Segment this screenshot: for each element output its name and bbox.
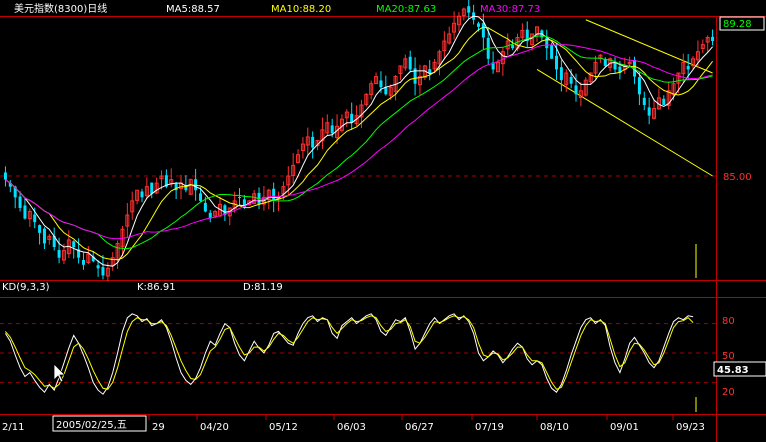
candle-body-down (613, 62, 617, 70)
candle-body-down (3, 172, 7, 180)
ma30-label: MA30:87.73 (480, 4, 540, 15)
candle-body-down (550, 44, 554, 59)
kd-current-value: 45.83 (717, 365, 749, 376)
candle-body-down (511, 45, 515, 49)
candle-body-down (559, 67, 563, 81)
candle-body-down (238, 197, 242, 199)
candle-body-down (555, 55, 559, 70)
cursor-date-label: 2005/02/25,五 (56, 420, 127, 431)
x-axis-label: 08/10 (540, 422, 569, 433)
x-axis-label: 09/23 (676, 422, 705, 433)
candle-body-down (379, 80, 383, 88)
candle-body-down (272, 188, 276, 201)
candle-body-down (574, 85, 578, 95)
kd-d-value: D:81.19 (243, 282, 283, 293)
candle-body-down (33, 214, 37, 223)
candle-body-down (81, 260, 85, 265)
candle-body-down (72, 241, 76, 248)
x-axis-label: 05/12 (269, 422, 298, 433)
candle-body-down (642, 97, 646, 105)
candle-body-down (101, 267, 105, 276)
kd-80-label: 80 (722, 316, 735, 327)
candle-body-down (96, 265, 100, 269)
candle-body-down (150, 182, 154, 194)
candle-body-down (637, 77, 641, 95)
kd-k-value: K:86.91 (137, 282, 176, 293)
candle-body-down (23, 205, 27, 219)
candle-body-down (18, 196, 22, 208)
ma20-label: MA20:87.63 (376, 4, 436, 15)
x-axis-label: 09/01 (610, 422, 639, 433)
candle-body-down (57, 249, 61, 258)
candle-body-down (203, 202, 207, 212)
x-axis-label: 04/20 (200, 422, 229, 433)
candle-body-down (476, 23, 480, 27)
candle-body-down (711, 36, 715, 42)
kd-50-label: 50 (722, 351, 735, 362)
candle-body-down (330, 125, 334, 134)
stock-chart: 美元指数(8300)日线 MA5:88.57 MA10:88.20 MA20:8… (0, 0, 766, 442)
candle-body-down (199, 193, 203, 201)
candle-body-down (38, 225, 42, 233)
chart-title: 美元指数(8300)日线 (14, 2, 107, 15)
x-axis-label: 06/03 (337, 422, 366, 433)
x-axis-label: 2/11 (2, 422, 24, 433)
candle-body-down (686, 66, 690, 70)
candle-body-down (311, 136, 315, 148)
ma10-label: MA10:88.20 (271, 4, 331, 15)
kd-title: KD(9,3,3) (2, 282, 50, 293)
candle-body-down (662, 98, 666, 105)
candle-body-down (140, 191, 144, 198)
candle-body-down (569, 76, 573, 84)
x-axis-label: 29 (152, 422, 165, 433)
candle-body-down (42, 228, 46, 244)
kd-20-label: 20 (722, 387, 735, 398)
candle-body-down (408, 56, 412, 70)
candle-body-down (467, 6, 471, 13)
candle-body-down (481, 23, 485, 38)
candle-body-down (428, 69, 432, 74)
x-axis-label: 06/27 (405, 422, 434, 433)
x-axis-label: 07/19 (475, 422, 504, 433)
price-mid-label: 85.00 (723, 172, 752, 183)
candle-body-down (647, 107, 651, 116)
price-top-label: 89.28 (723, 19, 752, 30)
ma5-label: MA5:88.57 (166, 4, 220, 15)
